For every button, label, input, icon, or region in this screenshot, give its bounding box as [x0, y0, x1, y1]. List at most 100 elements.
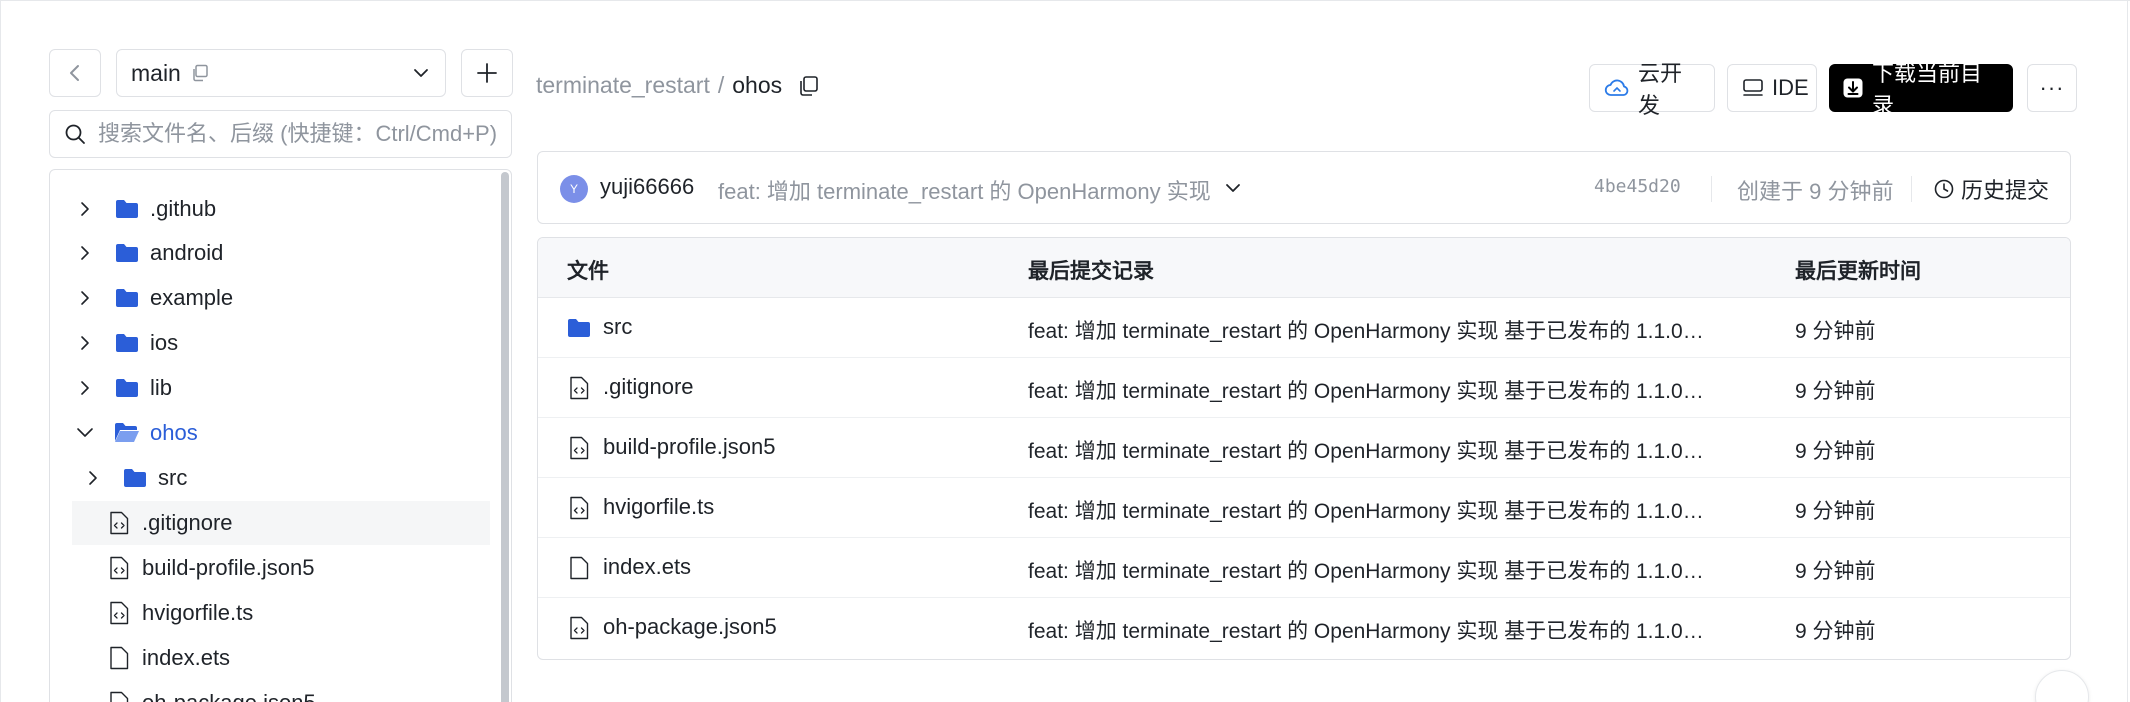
ide-button[interactable]: IDE [1727, 64, 1817, 112]
commit-message[interactable]: feat: 增加 terminate_restart 的 OpenHarmony… [718, 174, 1211, 206]
chevron-down-icon[interactable] [1223, 178, 1243, 198]
ide-icon [1742, 77, 1764, 99]
tree-item-label: src [158, 465, 188, 490]
tree-item-label: .gitignore [142, 510, 233, 535]
tree-item-github[interactable]: .github [52, 187, 216, 231]
column-header-file: 文件 [567, 260, 609, 283]
chevron-right-icon[interactable] [72, 201, 98, 217]
tree-item-label: android [150, 240, 224, 265]
cloud-dev-button[interactable]: 云开发 [1589, 61, 1715, 118]
file-name[interactable]: build-profile.json5 [603, 434, 775, 460]
more-label: ··· [2039, 75, 2065, 100]
tree-item-index-ets[interactable]: index.ets [72, 636, 230, 680]
tree-item-label: ios [150, 330, 179, 355]
file-updated-time: 9 分钟前 [1795, 440, 1876, 463]
column-header-time: 最后更新时间 [1795, 260, 1921, 283]
table-row[interactable]: hvigorfile.ts feat: 增加 terminate_restart… [538, 478, 2070, 538]
tree-item-label: example [150, 285, 234, 310]
tree-item-ohos[interactable]: ohos [52, 411, 198, 455]
tree-item-label: build-profile.json5 [142, 555, 315, 580]
file-updated-time: 9 分钟前 [1795, 560, 1876, 583]
file-commit-message[interactable]: feat: 增加 terminate_restart 的 OpenHarmony… [1028, 435, 1718, 465]
commit-author[interactable]: yuji66666 [600, 174, 694, 200]
file-name[interactable]: .gitignore [603, 374, 694, 400]
tree-scrollbar[interactable] [501, 172, 509, 702]
file-name[interactable]: src [603, 314, 632, 340]
avatar[interactable]: Y [560, 175, 588, 203]
table-row[interactable]: src feat: 增加 terminate_restart 的 OpenHar… [538, 298, 2070, 358]
clock-icon [1933, 178, 1955, 200]
file-commit-message[interactable]: feat: 增加 terminate_restart 的 OpenHarmony… [1028, 375, 1718, 405]
file-icon [566, 555, 592, 581]
tree-item-label: hvigorfile.ts [142, 600, 254, 625]
folder-icon [566, 315, 592, 341]
plus-icon [477, 63, 497, 83]
frame-right-border [2127, 0, 2128, 702]
file-name[interactable]: oh-package.json5 [603, 614, 777, 640]
file-commit-message[interactable]: feat: 增加 terminate_restart 的 OpenHarmony… [1028, 495, 1718, 525]
table-header: 文件 最后提交记录 最后更新时间 [538, 238, 2070, 298]
tree-item-lib[interactable]: lib [52, 366, 172, 410]
file-name[interactable]: hvigorfile.ts [603, 494, 714, 520]
chevron-right-icon[interactable] [72, 335, 98, 351]
tree-item-label: ohos [150, 420, 198, 445]
chevron-right-icon[interactable] [72, 245, 98, 261]
breadcrumb-current: ohos [732, 72, 783, 98]
breadcrumb-separator: / [717, 72, 725, 98]
file-commit-message[interactable]: feat: 增加 terminate_restart 的 OpenHarmony… [1028, 315, 1718, 345]
chevron-right-icon[interactable] [80, 470, 106, 486]
cloud-icon [1604, 77, 1630, 99]
file-tree: .github android example ios lib ohos src… [49, 169, 512, 702]
back-button[interactable] [49, 49, 101, 97]
file-name[interactable]: index.ets [603, 554, 691, 580]
folder-icon [114, 196, 140, 222]
copy-path-icon[interactable] [798, 75, 820, 97]
search-icon [65, 124, 85, 144]
floating-action-button[interactable] [2035, 670, 2089, 702]
folder-icon [114, 240, 140, 266]
file-table: 文件 最后提交记录 最后更新时间 src feat: 增加 terminate_… [537, 237, 2071, 660]
commit-hash[interactable]: 4be45d20 [1594, 176, 1681, 197]
frame-left-border [0, 0, 1, 702]
tree-item-label: lib [150, 375, 173, 400]
chevron-right-icon[interactable] [72, 380, 98, 396]
search-input[interactable] [98, 121, 497, 147]
table-row[interactable]: .gitignore feat: 增加 terminate_restart 的 … [538, 358, 2070, 418]
ide-label: IDE [1772, 75, 1809, 100]
chevron-down-icon[interactable] [72, 425, 98, 441]
file-updated-time: 9 分钟前 [1795, 620, 1876, 643]
tree-item-label: .github [150, 196, 217, 221]
file-updated-time: 9 分钟前 [1795, 500, 1876, 523]
file-search[interactable] [49, 110, 512, 158]
table-row[interactable]: index.ets feat: 增加 terminate_restart 的 O… [538, 538, 2070, 598]
tree-item-src[interactable]: src [60, 456, 187, 500]
tree-item-oh-package[interactable]: oh-package.json5 [72, 681, 316, 702]
folder-open-icon [114, 420, 140, 446]
breadcrumb-parent[interactable]: terminate_restart [536, 72, 710, 99]
download-directory-button[interactable]: 下载当前目录 [1829, 61, 2013, 118]
add-button[interactable] [461, 49, 513, 97]
divider [1711, 176, 1712, 202]
tree-item-hvigorfile[interactable]: hvigorfile.ts [72, 591, 253, 635]
branch-selector[interactable]: main [116, 49, 446, 97]
tree-item-ios[interactable]: ios [52, 321, 178, 365]
tree-item-build-profile[interactable]: build-profile.json5 [72, 546, 314, 590]
history-commits-button[interactable]: 历史提交 [1933, 173, 2049, 205]
tree-item-android[interactable]: android [52, 231, 223, 275]
branch-name: main [131, 59, 181, 86]
history-label: 历史提交 [1961, 178, 2050, 203]
folder-icon [114, 330, 140, 356]
chevron-right-icon[interactable] [72, 290, 98, 306]
more-button[interactable]: ··· [2027, 64, 2077, 112]
folder-icon [114, 375, 140, 401]
folder-icon [114, 285, 140, 311]
tree-item-example[interactable]: example [52, 276, 233, 320]
table-row[interactable]: oh-package.json5 feat: 增加 terminate_rest… [538, 598, 2070, 658]
file-commit-message[interactable]: feat: 增加 terminate_restart 的 OpenHarmony… [1028, 555, 1718, 585]
folder-icon [122, 465, 148, 491]
code-file-icon [106, 555, 132, 581]
tree-item-gitignore[interactable]: .gitignore [72, 501, 490, 545]
file-commit-message[interactable]: feat: 增加 terminate_restart 的 OpenHarmony… [1028, 615, 1718, 645]
table-row[interactable]: build-profile.json5 feat: 增加 terminate_r… [538, 418, 2070, 478]
copy-branch-icon[interactable] [191, 64, 209, 82]
